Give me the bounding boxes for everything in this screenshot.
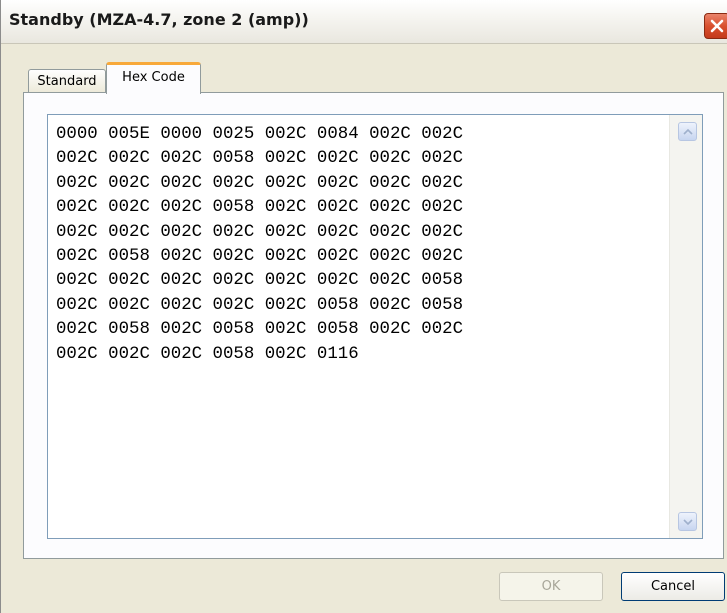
- hex-line: 002C 002C 002C 0058 002C 0116: [56, 344, 359, 364]
- hex-line: 002C 002C 002C 0058 002C 002C 002C 002C: [56, 149, 464, 169]
- chevron-down-icon: [683, 519, 693, 526]
- window-title: Standby (MZA-4.7, zone 2 (amp)): [9, 10, 309, 29]
- scroll-up-button[interactable]: [678, 122, 697, 141]
- close-icon: [710, 19, 724, 33]
- title-bar[interactable]: Standby (MZA-4.7, zone 2 (amp)): [1, 0, 727, 44]
- hex-line: 0000 005E 0000 0025 002C 0084 002C 002C: [56, 125, 464, 144]
- hex-line: 002C 002C 002C 002C 002C 002C 002C 002C: [56, 173, 464, 193]
- hex-code-content: 0000 005E 0000 0025 002C 0084 002C 002C 0…: [56, 123, 463, 367]
- tab-hex-code[interactable]: Hex Code: [106, 62, 201, 94]
- hex-line: 002C 0058 002C 002C 002C 002C 002C 002C: [56, 246, 464, 266]
- hex-line: 002C 0058 002C 0058 002C 0058 002C 002C: [56, 320, 464, 340]
- vertical-scrollbar[interactable]: [669, 115, 702, 538]
- close-button[interactable]: [704, 13, 727, 39]
- hex-code-textarea[interactable]: 0000 005E 0000 0025 002C 0084 002C 002C 0…: [47, 114, 703, 539]
- hex-line: 002C 002C 002C 002C 002C 002C 002C 0058: [56, 271, 464, 291]
- hex-line: 002C 002C 002C 002C 002C 002C 002C 002C: [56, 222, 464, 242]
- scroll-down-button[interactable]: [678, 512, 697, 531]
- hex-line: 002C 002C 002C 002C 002C 0058 002C 0058: [56, 295, 464, 315]
- cancel-button[interactable]: Cancel: [621, 572, 725, 601]
- tab-standard[interactable]: Standard: [28, 69, 106, 93]
- chevron-up-icon: [683, 128, 693, 135]
- ok-button[interactable]: OK: [499, 572, 603, 601]
- hex-line: 002C 002C 002C 0058 002C 002C 002C 002C: [56, 198, 464, 218]
- dialog-window: Standby (MZA-4.7, zone 2 (amp)) Standard…: [0, 0, 727, 613]
